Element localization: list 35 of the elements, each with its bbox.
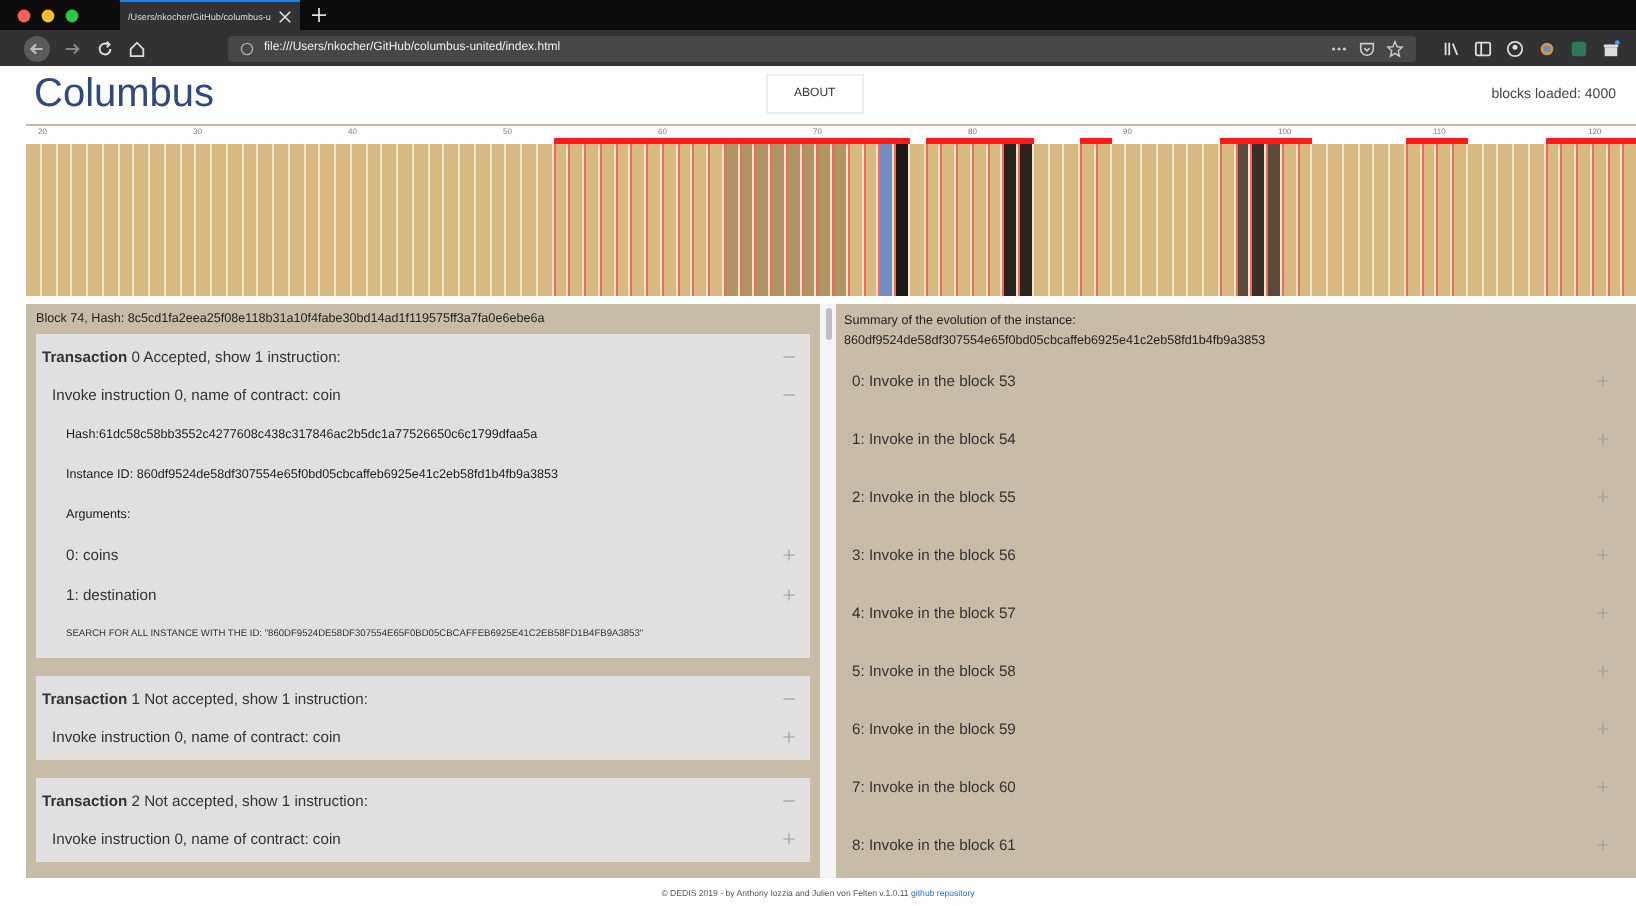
expand-icon[interactable] xyxy=(782,729,796,743)
pocket-icon[interactable] xyxy=(1358,39,1376,57)
account-icon[interactable] xyxy=(1506,39,1524,57)
block-bar[interactable] xyxy=(1018,138,1034,296)
extension-icon[interactable] xyxy=(1538,39,1556,57)
expand-icon[interactable] xyxy=(1596,838,1610,852)
library-icon[interactable] xyxy=(1442,39,1460,57)
expand-icon[interactable] xyxy=(1596,548,1610,562)
expand-icon[interactable] xyxy=(1596,490,1610,504)
scrollbar-thumb[interactable] xyxy=(825,308,831,340)
expand-icon[interactable] xyxy=(1596,664,1610,678)
site-title: Columbus xyxy=(34,71,215,117)
gift-icon[interactable] xyxy=(1602,39,1620,57)
expand-icon[interactable] xyxy=(1596,722,1610,736)
info-icon[interactable] xyxy=(240,41,254,55)
block-bar[interactable] xyxy=(1250,138,1266,296)
star-icon[interactable] xyxy=(1386,39,1404,57)
block-bar[interactable] xyxy=(894,138,910,296)
extension-icon[interactable] xyxy=(1570,39,1588,57)
close-icon[interactable] xyxy=(277,9,291,23)
home-icon[interactable] xyxy=(128,39,146,57)
reload-icon[interactable] xyxy=(96,39,114,57)
block-bar[interactable] xyxy=(1266,138,1282,296)
expand-icon[interactable] xyxy=(1596,780,1610,794)
expand-icon[interactable] xyxy=(1596,606,1610,620)
expand-icon[interactable] xyxy=(782,547,796,561)
expand-icon[interactable] xyxy=(782,831,796,845)
expand-icon[interactable] xyxy=(782,587,796,601)
block-bar[interactable] xyxy=(1002,138,1018,296)
back-icon[interactable] xyxy=(24,35,50,61)
sidebar-icon[interactable] xyxy=(1474,39,1492,57)
forward-icon[interactable] xyxy=(64,39,82,57)
new-tab-icon[interactable] xyxy=(311,8,325,22)
expand-icon[interactable] xyxy=(1596,374,1610,388)
expand-icon[interactable] xyxy=(1596,432,1610,446)
